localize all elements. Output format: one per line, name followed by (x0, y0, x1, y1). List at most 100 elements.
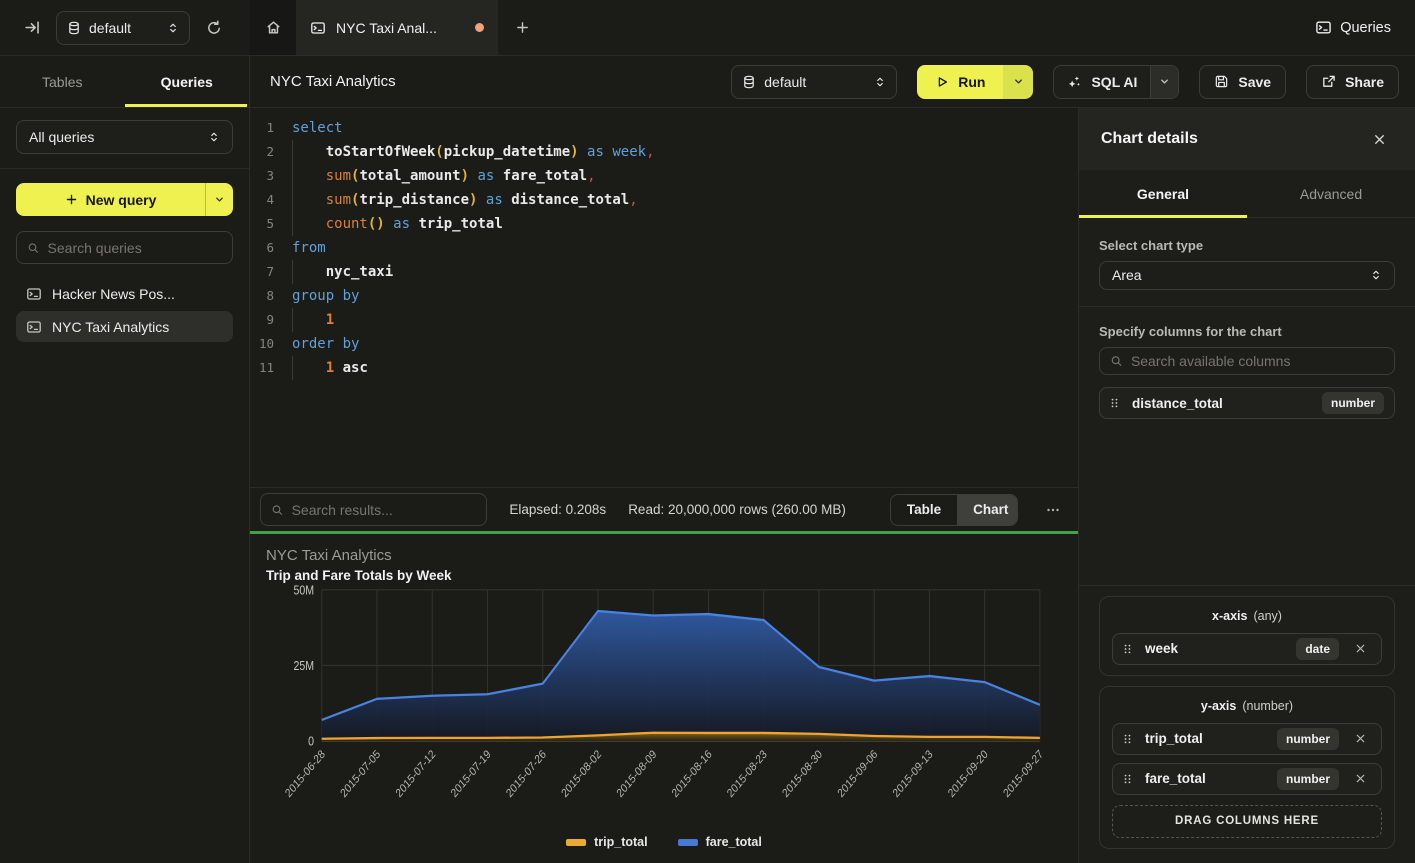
column-chip-fare_total[interactable]: fare_totalnumber (1112, 763, 1382, 795)
new-query-button[interactable]: New query (16, 183, 205, 216)
sql-ai-button[interactable]: SQL AI (1054, 66, 1150, 98)
chart-details-panel: Chart details General Advanced Select ch… (1078, 108, 1415, 863)
sidebar-collapse-button[interactable] (18, 14, 46, 42)
search-icon (271, 503, 284, 517)
updown-chevrons-icon (208, 131, 220, 143)
drag-columns-drop-zone[interactable]: DRAG COLUMNS HERE (1112, 805, 1382, 838)
columns-search (1099, 347, 1395, 375)
query-header: NYC Taxi Analytics default Run (250, 56, 1415, 108)
topbar-left: default (0, 0, 250, 55)
chart-title: NYC Taxi Analytics (266, 547, 1062, 564)
column-type-badge: number (1322, 392, 1384, 414)
queries-menu-button[interactable]: Queries (1291, 0, 1415, 55)
home-icon (265, 19, 282, 36)
legend-label: trip_total (594, 835, 647, 849)
chart-details-tabs: General Advanced (1079, 170, 1415, 218)
updown-chevrons-icon (167, 22, 179, 34)
svg-text:2015-07-12: 2015-07-12 (394, 748, 438, 800)
new-tab-button[interactable] (498, 0, 546, 55)
line-number: 9 (250, 308, 286, 332)
results-search-input[interactable] (292, 502, 477, 518)
column-chip-trip_total[interactable]: trip_totalnumber (1112, 723, 1382, 755)
column-chip-week[interactable]: weekdate (1112, 633, 1382, 665)
chevron-down-icon (1159, 76, 1170, 87)
sidebar-search (16, 231, 233, 264)
remove-column-button[interactable] (1349, 768, 1371, 790)
save-button[interactable]: Save (1199, 65, 1286, 99)
chart-type-select[interactable]: Area (1099, 261, 1395, 290)
drag-handle-icon[interactable] (1121, 642, 1135, 656)
line-number: 4 (250, 188, 286, 212)
tab-title: NYC Taxi Anal... (336, 20, 465, 36)
column-chip-distance_total[interactable]: distance_totalnumber (1099, 387, 1395, 419)
svg-text:2015-06-28: 2015-06-28 (283, 748, 327, 800)
svg-text:25M: 25M (294, 660, 315, 673)
indent-guide (292, 164, 293, 188)
columns-search-input[interactable] (1131, 353, 1384, 369)
share-icon (1321, 74, 1336, 89)
run-dropdown-button[interactable] (1003, 65, 1033, 99)
column-type-badge: number (1277, 768, 1339, 790)
code-line: 3 sum(total_amount) as fare_total, (250, 164, 1078, 188)
tab-advanced[interactable]: Advanced (1247, 170, 1415, 217)
drag-handle-icon[interactable] (1121, 732, 1135, 746)
sidebar-tab-tables[interactable]: Tables (0, 56, 125, 107)
remove-column-button[interactable] (1349, 638, 1371, 660)
database-icon (67, 21, 81, 35)
queries-menu-label: Queries (1340, 20, 1391, 36)
area-chart[interactable]: 025M50M2015-06-282015-07-052015-07-12201… (266, 583, 1062, 831)
results-more-button[interactable] (1040, 496, 1066, 524)
query-tab-icon (310, 20, 326, 36)
sql-console-app: default NYC Taxi Anal... Queries (0, 0, 1415, 863)
save-icon (1214, 74, 1229, 89)
line-number: 7 (250, 260, 286, 284)
play-icon (935, 75, 949, 89)
columns-label: Specify columns for the chart (1099, 324, 1395, 339)
table-view-button[interactable]: Table (891, 495, 957, 525)
sql-ai-dropdown-button[interactable] (1150, 66, 1178, 98)
drag-handle-icon[interactable] (1108, 396, 1122, 410)
sql-ai-split-button: SQL AI (1053, 65, 1179, 99)
drag-handle-icon[interactable] (1121, 772, 1135, 786)
queries-filter-select[interactable]: All queries (16, 120, 233, 154)
code-line: 6from (250, 236, 1078, 260)
query-list-item[interactable]: NYC Taxi Analytics (16, 311, 233, 342)
line-number: 6 (250, 236, 286, 260)
chart-view-button[interactable]: Chart (957, 495, 1018, 525)
line-number: 1 (250, 116, 286, 140)
chart-details-body: Select chart type Area Specify columns f… (1079, 218, 1415, 863)
line-number: 5 (250, 212, 286, 236)
run-database-selector[interactable]: default (731, 65, 897, 99)
svg-text:2015-08-23: 2015-08-23 (725, 748, 769, 800)
close-icon (1372, 132, 1387, 147)
svg-text:2015-08-09: 2015-08-09 (615, 748, 659, 800)
sql-editor[interactable]: 1select2 toStartOfWeek(pickup_datetime) … (250, 108, 1078, 487)
topbar-database-selector[interactable]: default (56, 11, 190, 45)
refresh-button[interactable] (200, 14, 228, 42)
code-line: 2 toStartOfWeek(pickup_datetime) as week… (250, 140, 1078, 164)
code-lines: 1select2 toStartOfWeek(pickup_datetime) … (250, 116, 1078, 380)
legend-item-trip_total[interactable]: trip_total (566, 835, 647, 849)
new-query-dropdown-button[interactable] (205, 183, 233, 216)
query-list-item[interactable]: Hacker News Pos... (16, 278, 233, 309)
home-tab-button[interactable] (250, 0, 296, 55)
read-stat: Read: 20,000,000 rows (260.00 MB) (628, 502, 846, 517)
close-panel-button[interactable] (1365, 125, 1393, 153)
database-icon (742, 75, 756, 89)
chart-details-title: Chart details (1101, 130, 1365, 148)
legend-label: fare_total (706, 835, 762, 849)
remove-column-button[interactable] (1349, 728, 1371, 750)
sidebar-tabs: Tables Queries (0, 56, 249, 108)
results-search (260, 493, 487, 526)
sidebar-search-input[interactable] (48, 240, 222, 256)
tab-nyc-taxi-analytics[interactable]: NYC Taxi Anal... (296, 0, 498, 55)
share-button[interactable]: Share (1306, 65, 1399, 99)
tab-general[interactable]: General (1079, 170, 1247, 217)
sidebar-tab-queries[interactable]: Queries (125, 56, 250, 107)
tab-strip: NYC Taxi Anal... (250, 0, 1291, 55)
svg-text:2015-09-13: 2015-09-13 (891, 748, 935, 800)
updown-chevrons-icon (874, 76, 886, 88)
unsaved-changes-dot (475, 23, 484, 32)
run-button[interactable]: Run (917, 65, 1003, 99)
legend-item-fare_total[interactable]: fare_total (678, 835, 762, 849)
